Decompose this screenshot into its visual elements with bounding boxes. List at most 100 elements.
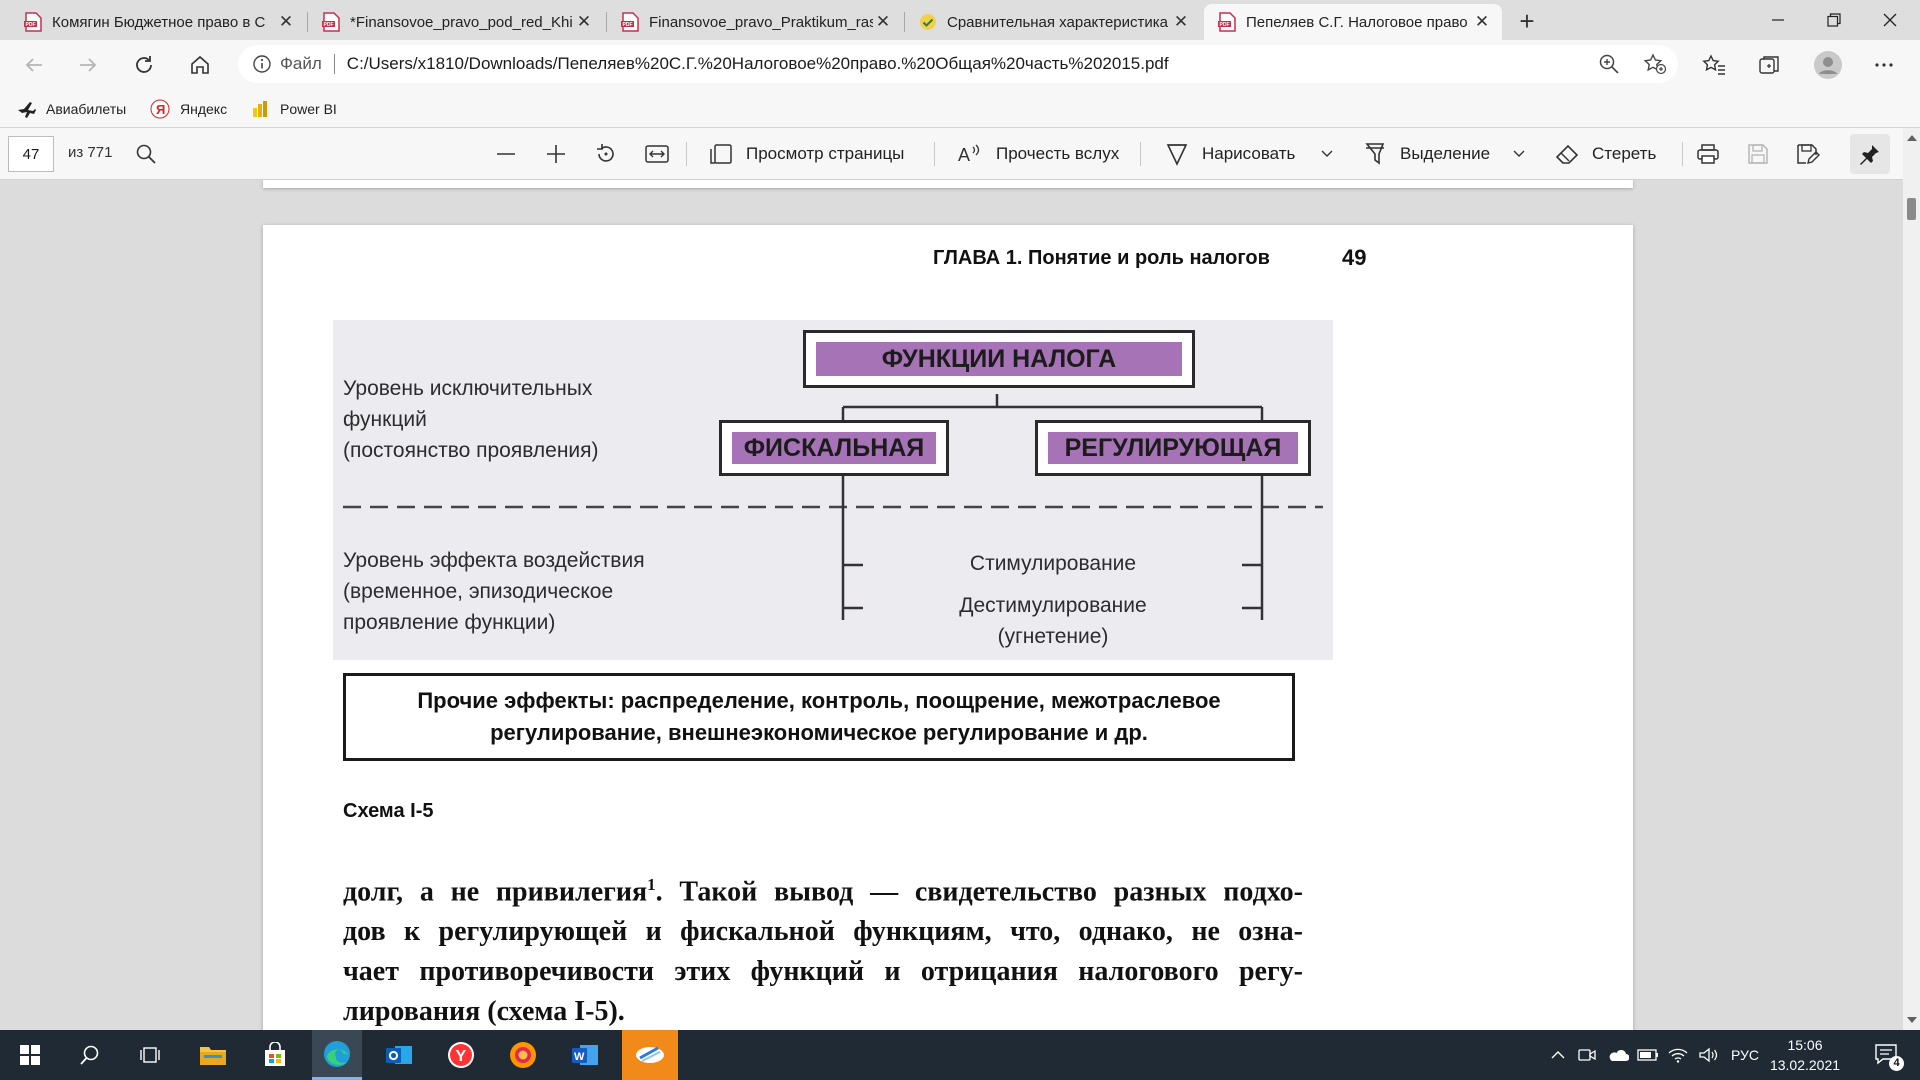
highlight-button[interactable]: Выделение — [1362, 138, 1490, 170]
notifications-button[interactable]: 4 — [1864, 1030, 1910, 1080]
save-button[interactable] — [1744, 140, 1772, 168]
favorite-item[interactable]: Авиабилеты — [16, 96, 126, 122]
home-button[interactable] — [184, 49, 216, 81]
word-app[interactable]: W — [560, 1030, 610, 1080]
home-icon — [191, 55, 209, 74]
profile-button[interactable] — [1812, 49, 1844, 81]
file-explorer-app[interactable] — [188, 1030, 238, 1080]
check-icon — [920, 14, 936, 30]
outlook-app[interactable] — [374, 1030, 424, 1080]
search-button[interactable] — [65, 1030, 115, 1080]
close-window-button[interactable] — [1862, 0, 1918, 40]
favorite-item[interactable]: Я Яндекс — [150, 96, 227, 122]
page-view-button[interactable]: Просмотр страницы — [708, 138, 904, 170]
collections-button[interactable] — [1754, 49, 1786, 81]
snipping-app[interactable] — [622, 1030, 678, 1080]
other-effects-box: Прочие эффекты: распределение, контроль,… — [343, 673, 1295, 761]
refresh-icon — [136, 56, 152, 73]
settings-menu-button[interactable] — [1868, 49, 1900, 81]
fiscal-function-text: ФИСКАЛЬНАЯ — [743, 433, 925, 462]
read-aloud-button[interactable]: A Прочесть вслух — [958, 138, 1119, 170]
pdf-page: ГЛАВА 1. Понятие и роль налогов 49 ФУНКЦ… — [263, 225, 1633, 1030]
close-icon[interactable]: ✕ — [1171, 12, 1191, 32]
close-icon — [1883, 13, 1897, 27]
forward-button[interactable] — [72, 49, 104, 81]
draw-button[interactable]: Нарисовать — [1164, 138, 1295, 170]
print-icon — [1697, 144, 1719, 164]
firefox-app[interactable] — [498, 1030, 548, 1080]
edge-app[interactable] — [312, 1030, 362, 1080]
print-button[interactable] — [1694, 140, 1722, 168]
vertical-scrollbar[interactable] — [1903, 128, 1920, 1030]
new-tab-button[interactable]: + — [1512, 6, 1542, 36]
favorite-item[interactable]: Power BI — [250, 96, 337, 122]
meet-now-button[interactable] — [1574, 1030, 1600, 1080]
network-button[interactable] — [1664, 1030, 1692, 1080]
browser-tab[interactable]: PDF Finansovoe_pravo_Praktikum_ras ✕ — [607, 4, 903, 40]
minimize-button[interactable] — [1750, 0, 1806, 40]
page-view-label: Просмотр страницы — [746, 144, 905, 163]
start-button[interactable] — [5, 1030, 55, 1080]
store-app[interactable] — [250, 1030, 300, 1080]
pdf-viewer[interactable]: ГЛАВА 1. Понятие и роль налогов 49 ФУНКЦ… — [0, 180, 1920, 1030]
info-icon[interactable] — [252, 54, 272, 74]
scroll-down-arrow[interactable] — [1903, 1012, 1920, 1028]
add-favorite-button[interactable] — [1640, 49, 1670, 79]
browser-tab[interactable]: PDF Комягин Бюджетное право в С ✕ — [10, 4, 306, 40]
address-field[interactable]: Файл C:/Users/x1810/Downloads/Пепеляев%2… — [238, 45, 1678, 83]
task-view-button[interactable] — [125, 1030, 175, 1080]
browser-tab[interactable]: Сравнительная характеристика ✕ — [905, 4, 1201, 40]
arrow-left-icon — [25, 58, 42, 72]
browser-tab[interactable]: PDF *Finansovoe_pravo_pod_red_Khi ✕ — [308, 4, 604, 40]
read-aloud-icon: A — [958, 141, 984, 167]
favorites-button[interactable] — [1698, 49, 1730, 81]
clock[interactable]: 15:06 13.02.2021 — [1755, 1035, 1855, 1075]
zoom-out-button[interactable] — [492, 140, 520, 168]
regulating-function-box: РЕГУЛИРУЮЩАЯ — [1035, 420, 1311, 476]
minimize-icon — [1772, 19, 1784, 21]
back-button[interactable] — [18, 49, 50, 81]
tab-title: Сравнительная характеристика — [947, 13, 1169, 31]
fit-to-page-button[interactable] — [643, 140, 671, 168]
url-text[interactable]: C:/Users/x1810/Downloads/Пепеляев%20С.Г.… — [347, 54, 1169, 74]
restore-icon — [1827, 13, 1841, 27]
page-number-input[interactable]: 47 — [8, 136, 54, 172]
save-as-button[interactable] — [1794, 140, 1822, 168]
rotate-button[interactable] — [592, 140, 620, 168]
restore-button[interactable] — [1806, 0, 1862, 40]
scroll-thumb[interactable] — [1907, 198, 1916, 220]
yandex-browser-app[interactable]: Y — [436, 1030, 486, 1080]
volume-button[interactable] — [1694, 1030, 1722, 1080]
zoom-button[interactable] — [1594, 49, 1624, 79]
eraser-icon — [1554, 141, 1580, 167]
browser-tab-active[interactable]: PDF Пепеляев С.Г. Налоговое право ✕ — [1204, 4, 1502, 40]
word-icon: W — [572, 1045, 598, 1065]
file-scheme-label: Файл — [280, 54, 322, 73]
tab-title: Пепеляев С.Г. Налоговое право — [1246, 13, 1468, 31]
onedrive-button[interactable] — [1604, 1030, 1632, 1080]
refresh-button[interactable] — [128, 49, 160, 81]
footnote-marker[interactable]: 1 — [647, 875, 656, 894]
battery-button[interactable] — [1634, 1030, 1662, 1080]
level-text-line: функций — [343, 408, 427, 431]
highlight-options-button[interactable] — [1508, 140, 1530, 168]
pin-toolbar-button[interactable] — [1850, 134, 1890, 174]
task-view-icon — [140, 1047, 160, 1063]
close-icon[interactable]: ✕ — [276, 12, 296, 32]
close-icon[interactable]: ✕ — [1472, 12, 1492, 32]
show-hidden-icons-button[interactable] — [1546, 1030, 1570, 1080]
scroll-up-arrow[interactable] — [1903, 130, 1920, 146]
camera-icon — [1578, 1049, 1596, 1061]
notification-count-badge: 4 — [1889, 1056, 1904, 1071]
level-text-line: (временное, эпизодическое — [343, 580, 614, 603]
zoom-in-button[interactable] — [542, 140, 570, 168]
toolbar-divider — [934, 142, 935, 166]
erase-button[interactable]: Стереть — [1554, 138, 1656, 170]
find-button[interactable] — [132, 140, 160, 168]
pdf-icon: PDF — [621, 12, 639, 32]
favorites-bar: Авиабилеты Я Яндекс Power BI — [0, 90, 1920, 128]
close-icon[interactable]: ✕ — [574, 12, 594, 32]
close-icon[interactable]: ✕ — [873, 12, 893, 32]
fit-width-icon — [645, 145, 669, 163]
draw-options-button[interactable] — [1316, 140, 1338, 168]
